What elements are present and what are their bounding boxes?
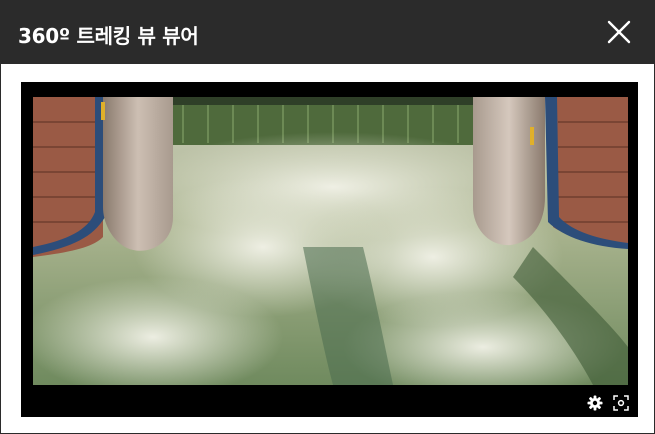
viewer-window: 360º 트레킹 뷰 뷰어 xyxy=(0,0,655,434)
settings-button[interactable] xyxy=(586,394,604,412)
close-icon xyxy=(607,20,631,44)
gear-icon xyxy=(587,395,603,411)
title-bar: 360º 트레킹 뷰 뷰어 xyxy=(1,1,654,64)
video-player[interactable] xyxy=(21,82,638,417)
fullscreen-button[interactable] xyxy=(612,394,630,412)
dam-spillway-image xyxy=(33,97,628,385)
window-title: 360º 트레킹 뷰 뷰어 xyxy=(18,24,199,48)
close-button[interactable] xyxy=(603,16,635,48)
panorama-view[interactable] xyxy=(33,97,628,385)
fullscreen-icon xyxy=(613,395,629,411)
